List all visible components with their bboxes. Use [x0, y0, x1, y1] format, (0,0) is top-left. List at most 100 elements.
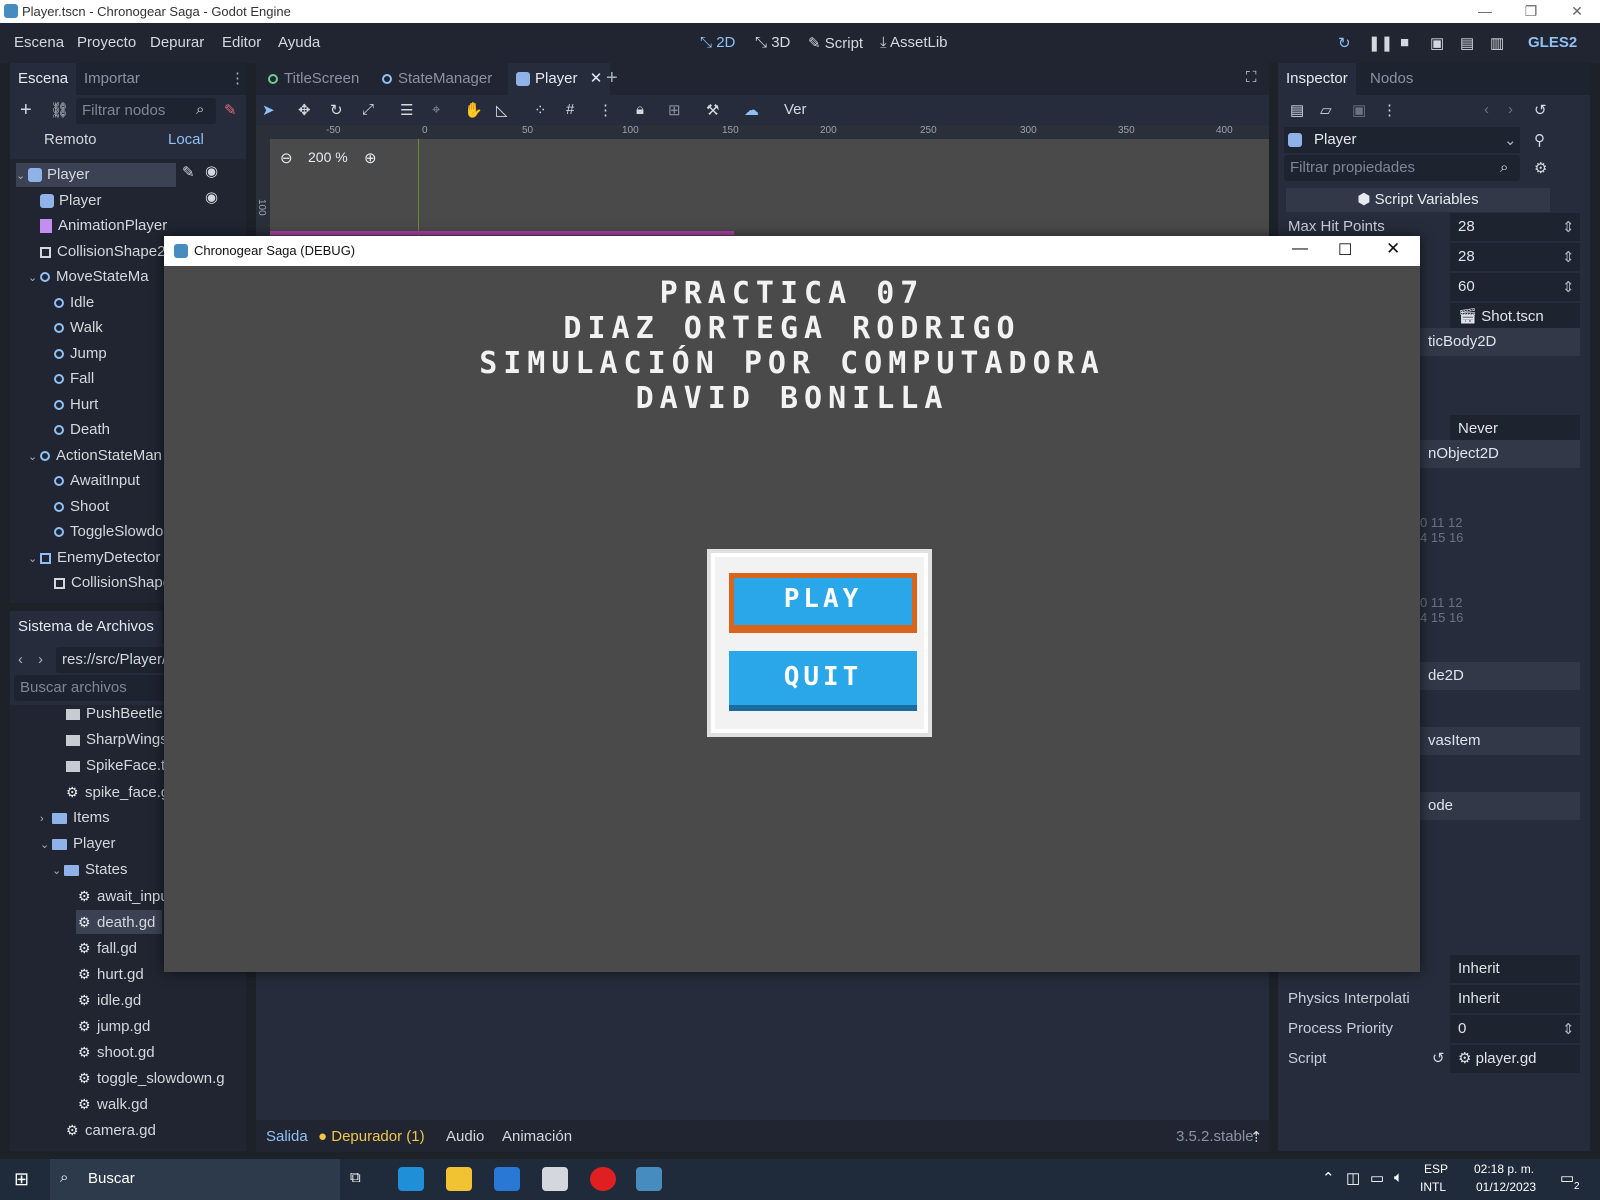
tray-chevron-up-icon[interactable]: ⌃	[1322, 1169, 1335, 1187]
close-tab-icon[interactable]: ✕	[590, 70, 603, 87]
tree-node-enemydetector[interactable]: ⌄ EnemyDetector	[28, 546, 160, 570]
close-button[interactable]: ✕	[1386, 239, 1400, 259]
grid-snap-icon[interactable]: #	[566, 101, 574, 118]
smart-snap-icon[interactable]: ⁘	[534, 101, 547, 119]
pause-mode-dropdown[interactable]: Inherit	[1450, 955, 1580, 983]
task-view-icon[interactable]: ⧉	[350, 1169, 361, 1186]
physics-interpolation-dropdown[interactable]: Inherit	[1450, 985, 1580, 1013]
more-icon[interactable]: ⋮	[1382, 101, 1397, 119]
file-spikeface-script[interactable]: ⚙ spike_face.g	[66, 780, 169, 804]
menu-escena[interactable]: Escena	[14, 34, 64, 51]
zoom-level[interactable]: 200 %	[308, 149, 348, 165]
pivot-icon[interactable]: ⌖	[432, 101, 440, 118]
tree-node-actionstatemachine[interactable]: ⌄ ActionStateMan	[28, 444, 162, 468]
history-back-icon[interactable]: ‹	[1484, 101, 1489, 118]
store-icon[interactable]	[542, 1167, 568, 1191]
windows-start-icon[interactable]: ⊞	[14, 1169, 29, 1190]
history-forward-icon[interactable]: ›	[1508, 101, 1513, 118]
keyboard-layout[interactable]: INTL	[1420, 1180, 1446, 1194]
play-custom-icon[interactable]: ▣	[1430, 34, 1444, 52]
tree-node-hurt[interactable]: Hurt	[54, 393, 98, 417]
max-hit-points-value[interactable]: 28	[1450, 213, 1580, 241]
open-folder-icon[interactable]: ▱	[1320, 101, 1332, 119]
tree-node-animationplayer[interactable]: AnimationPlayer	[40, 214, 167, 238]
collision-layers-grid[interactable]: 0 11 12 4 15 16	[1420, 515, 1463, 545]
zoom-out-icon[interactable]: ⊖	[280, 149, 293, 167]
volume-icon[interactable]: 🔈︎	[1394, 1169, 1403, 1186]
play-scene-reload-icon[interactable]: ↻	[1338, 34, 1351, 52]
tree-node-collisionshape2[interactable]: CollisionShape	[54, 571, 171, 595]
list-select-icon[interactable]: ☰	[400, 101, 413, 119]
script-filter-icon[interactable]: ✎	[224, 101, 237, 119]
process-priority-value[interactable]: 0	[1450, 1015, 1580, 1043]
spinner-icon[interactable]: ⇕	[1562, 248, 1575, 266]
stop-icon[interactable]: ■	[1400, 34, 1409, 51]
language-indicator[interactable]: ESP	[1424, 1162, 1448, 1176]
workspace-2d-button[interactable]: ⤡ 2D	[700, 34, 735, 51]
visibility-eye-icon[interactable]: ◉	[205, 188, 218, 206]
file-pushbeetle[interactable]: PushBeetle.t	[66, 702, 171, 726]
snap-options-icon[interactable]: ⋮	[598, 101, 613, 119]
tree-node-jump[interactable]: Jump	[54, 342, 107, 366]
tab-salida[interactable]: Salida	[266, 1128, 308, 1145]
select-tool-icon[interactable]: ➤	[262, 101, 275, 119]
property-value[interactable]: 28	[1450, 243, 1580, 271]
never-dropdown[interactable]: Never	[1450, 415, 1580, 443]
workspace-3d-button[interactable]: ⤡ 3D	[755, 34, 790, 51]
forward-arrow-icon[interactable]: ›	[38, 651, 43, 668]
object-search-icon[interactable]: ⚲	[1534, 131, 1545, 149]
add-node-icon[interactable]: +	[20, 99, 32, 122]
shot-scene-field[interactable]: 🎬︎ Shot.tscn	[1450, 303, 1580, 331]
menu-ayuda[interactable]: Ayuda	[278, 34, 320, 51]
godot-taskbar-icon[interactable]	[636, 1167, 662, 1191]
move-tool-icon[interactable]: ✥	[298, 101, 311, 119]
tree-node-toggleslowdown[interactable]: ToggleSlowdo	[54, 520, 163, 544]
notification-icon[interactable]: ▭	[1560, 1169, 1574, 1187]
maximize-button[interactable]: ❐	[1508, 0, 1554, 23]
quit-button[interactable]: QUIT	[729, 651, 917, 711]
file-fall[interactable]: ⚙ fall.gd	[78, 936, 137, 960]
link-icon[interactable]: ⛓	[50, 101, 69, 119]
tab-depurador[interactable]: ● Depurador (1)	[318, 1128, 425, 1145]
clock-time[interactable]: 02:18 p. m.	[1474, 1162, 1534, 1176]
reset-icon[interactable]: ↺	[1432, 1049, 1445, 1067]
workspace-script-button[interactable]: ✎ Script	[808, 34, 863, 52]
file-hurt[interactable]: ⚙ hurt.gd	[78, 962, 144, 986]
tree-node-player-root[interactable]: ⌄ Player	[16, 163, 176, 187]
tab-nodos[interactable]: Nodos	[1362, 63, 1421, 95]
tab-statemanager[interactable]: StateManager	[374, 63, 500, 95]
script-field[interactable]: ⚙ player.gd	[1450, 1045, 1580, 1073]
folder-player[interactable]: ⌄ Player	[40, 832, 116, 856]
zoom-in-icon[interactable]: ⊕	[364, 149, 377, 167]
tree-node-collisionshape[interactable]: CollisionShape2	[40, 240, 165, 264]
workspace-assetlib-button[interactable]: ⤓ AssetLib	[880, 34, 948, 51]
menu-depurar[interactable]: Depurar	[150, 34, 204, 51]
folder-states[interactable]: ⌄ States	[52, 858, 128, 882]
history-icon[interactable]: ↺	[1534, 101, 1547, 119]
add-tab-icon[interactable]: +	[606, 67, 618, 90]
back-arrow-icon[interactable]: ‹	[18, 651, 23, 668]
rotate-tool-icon[interactable]: ↻	[330, 101, 343, 119]
tree-node-movestatemachine[interactable]: ⌄ MoveStateMa	[28, 265, 149, 289]
tree-node-walk[interactable]: Walk	[54, 316, 103, 340]
spinner-icon[interactable]: ⇕	[1562, 278, 1575, 296]
tab-player[interactable]: Player ✕	[508, 63, 611, 95]
dock-menu-icon[interactable]: ⋮	[230, 69, 245, 87]
view-menu[interactable]: Ver	[784, 101, 807, 118]
play-scene-icon[interactable]: ▥	[1490, 34, 1504, 52]
filesystem-title[interactable]: Sistema de Archivos	[10, 611, 162, 643]
folder-items[interactable]: › Items	[40, 806, 110, 830]
minimize-button[interactable]: —	[1462, 0, 1508, 23]
media-player-icon[interactable]	[590, 1167, 616, 1191]
expand-panel-icon[interactable]: ⇡	[1250, 1128, 1263, 1146]
script-attached-icon[interactable]: ✎	[182, 163, 195, 181]
pause-icon[interactable]: ❚❚	[1368, 34, 1393, 52]
filter-nodes-input[interactable]: Filtrar nodos	[76, 98, 216, 124]
fullscreen-icon[interactable]: ⛶	[1246, 69, 1257, 86]
property-value[interactable]: 60	[1450, 273, 1580, 301]
mail-icon[interactable]	[494, 1167, 520, 1191]
file-toggle-slowdown[interactable]: ⚙ toggle_slowdown.g	[78, 1066, 225, 1090]
file-camera[interactable]: ⚙ camera.gd	[66, 1118, 156, 1142]
file-death[interactable]: ⚙ death.gd	[76, 910, 162, 934]
script-variables-section[interactable]: ⬢ Script Variables	[1286, 188, 1550, 212]
